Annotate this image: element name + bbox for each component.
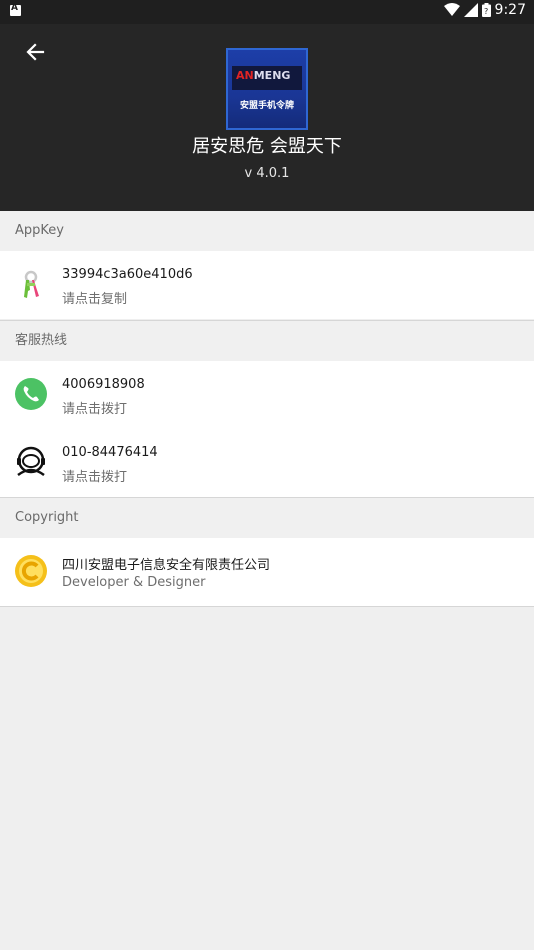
status-bar: ? 9:27 (0, 0, 534, 24)
divider (0, 606, 534, 607)
company-role: Developer & Designer (62, 575, 206, 590)
arrow-left-icon (26, 43, 45, 61)
battery-icon: ? (481, 3, 491, 17)
hotline-hint-1: 请点击拨打 (62, 402, 128, 417)
section-title-copyright: Copyright (0, 498, 534, 538)
company-name: 四川安盟电子信息安全有限责任公司 (62, 558, 271, 573)
appkey-value: 33994c3a60e410d6 (62, 267, 193, 282)
status-time: 9:27 (494, 2, 526, 18)
wifi-icon (443, 3, 460, 16)
phone-icon (14, 377, 48, 411)
app-slogan: 居安思危 会盟天下 (192, 136, 342, 157)
app-header: ANMENG 安盟手机令牌 居安思危 会盟天下 v 4.0.1 (0, 24, 534, 211)
appkey-hint: 请点击复制 (62, 292, 128, 307)
back-button[interactable] (22, 40, 50, 64)
notification-icon (10, 3, 21, 16)
appkey-row[interactable]: 33994c3a60e410d6 请点击复制 (0, 251, 534, 319)
hotline-number-2: 010-84476414 (62, 445, 158, 460)
section-title-appkey: AppKey (0, 211, 534, 251)
status-icons: ? 9:27 (443, 2, 526, 18)
headset-icon (14, 445, 48, 479)
copyright-icon (14, 554, 48, 588)
svg-text:?: ? (484, 7, 488, 16)
app-logo: ANMENG 安盟手机令牌 (226, 48, 308, 130)
app-version: v 4.0.1 (244, 166, 290, 181)
hotline-row-service[interactable]: 010-84476414 请点击拨打 (0, 429, 534, 497)
signal-icon (463, 3, 478, 17)
logo-brand: ANMENG (236, 69, 291, 82)
hotline-row-phone[interactable]: 4006918908 请点击拨打 (0, 361, 534, 429)
hotline-hint-2: 请点击拨打 (62, 470, 128, 485)
section-title-hotline: 客服热线 (0, 321, 534, 361)
copyright-row[interactable]: 四川安盟电子信息安全有限责任公司 Developer & Designer (0, 538, 534, 606)
logo-caption: 安盟手机令牌 (239, 101, 294, 111)
keys-icon (14, 267, 48, 301)
hotline-number-1: 4006918908 (62, 377, 145, 392)
